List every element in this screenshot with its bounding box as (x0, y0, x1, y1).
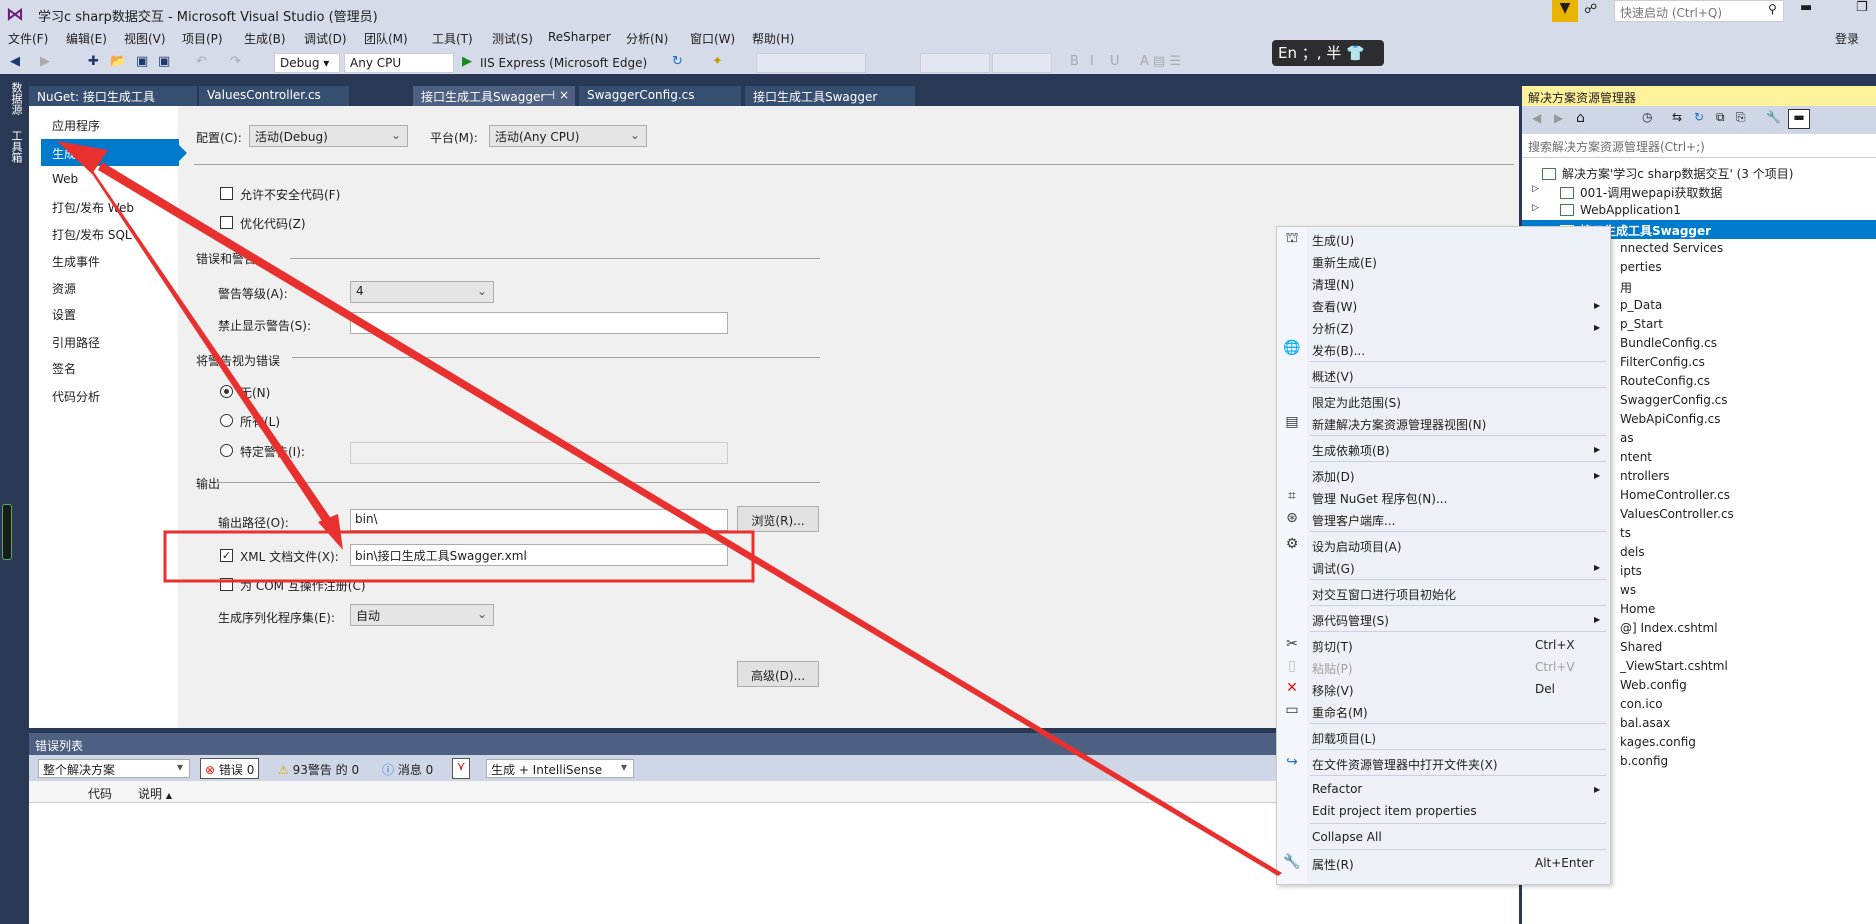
highlight-box (163, 530, 755, 583)
thick-arrow-shaft (98, 162, 1282, 876)
annotation-overlay (57, 141, 1282, 876)
thin-arrow-shaft (83, 159, 332, 524)
